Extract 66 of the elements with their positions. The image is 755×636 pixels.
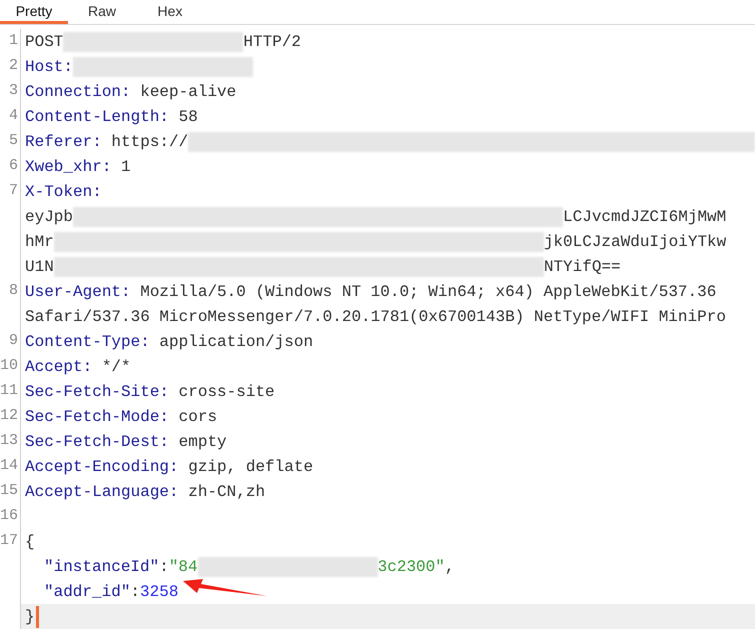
line-number: 9 bbox=[8, 331, 18, 352]
string-value: "84 bbox=[168, 556, 198, 578]
line-number: 12 bbox=[0, 406, 18, 426]
header-name: Content-Type: bbox=[25, 332, 150, 352]
code-text: 58 bbox=[178, 106, 198, 128]
line-number: 3 bbox=[8, 81, 18, 102]
code-text: : bbox=[130, 582, 140, 602]
line-number: 10 bbox=[0, 356, 18, 376]
header-name: User-Agent: bbox=[25, 282, 131, 302]
header-name: Content-Length: bbox=[25, 106, 170, 128]
code-text: , bbox=[444, 556, 454, 578]
code-text: U1N bbox=[25, 256, 54, 278]
header-name: Sec-Fetch-Site: bbox=[25, 382, 170, 402]
text-cursor bbox=[36, 606, 39, 628]
line-number: 13 bbox=[0, 431, 18, 452]
header-name: Xweb_xhr: bbox=[25, 156, 112, 178]
code-text: keep-alive bbox=[139, 82, 236, 102]
line-number: 7 bbox=[8, 181, 18, 202]
number-value: 3258 bbox=[140, 582, 178, 602]
header-name: X-Token: bbox=[25, 182, 102, 202]
code-text: { bbox=[25, 532, 35, 552]
line-number: 11 bbox=[0, 381, 18, 402]
code-text: LCJvcmdJZCI6MjMwM bbox=[563, 206, 726, 228]
header-name: Sec-Fetch-Dest: bbox=[25, 432, 170, 452]
code-text: application/json bbox=[158, 332, 314, 352]
header-name: Referer: bbox=[25, 132, 102, 152]
line-number: 14 bbox=[0, 456, 18, 476]
line-number: 4 bbox=[8, 106, 18, 126]
code-text: eyJpb bbox=[25, 206, 74, 228]
code-text: */* bbox=[100, 356, 131, 378]
header-name: Host: bbox=[25, 56, 74, 78]
code-text: Safari/537.36 MicroMessenger/7.0.20.1781(0x6700143B) NetType/WIFI MiniPro bbox=[25, 306, 726, 328]
header-name: Accept-Encoding: bbox=[25, 456, 179, 478]
header-name: "instanceId" bbox=[44, 556, 160, 578]
line-number: 1 bbox=[8, 31, 18, 52]
code-text: empty bbox=[178, 432, 227, 452]
code-text: gzip, deflate bbox=[187, 456, 314, 478]
line-number: 16 bbox=[0, 506, 18, 526]
code-text: Mozilla/5.0 (Windows NT 10.0; Win64; x64) AppleWebKit/537.36 bbox=[139, 282, 716, 302]
line-number: 6 bbox=[8, 156, 18, 176]
code-text: HTTP/2 bbox=[243, 32, 302, 52]
code-text: 1 bbox=[120, 156, 131, 178]
header-name: Connection: bbox=[25, 82, 131, 102]
code-text: jk0LCJzaWduIjoiYTkw bbox=[544, 232, 726, 252]
line-number: 8 bbox=[8, 281, 18, 302]
string-value: 3c2300" bbox=[378, 556, 445, 578]
line-number: 2 bbox=[8, 56, 18, 76]
code-text: hMr bbox=[25, 232, 54, 252]
line-number: 15 bbox=[0, 481, 18, 502]
code-text: zh-CN,zh bbox=[187, 482, 266, 502]
header-name: "addr_id" bbox=[44, 582, 130, 602]
code-text: : bbox=[159, 556, 169, 578]
tab[interactable]: Raw bbox=[68, 0, 136, 24]
code-text: cors bbox=[178, 406, 218, 428]
code-text: POST bbox=[25, 32, 64, 52]
tab[interactable]: Pretty bbox=[0, 0, 68, 24]
header-name: Accept: bbox=[25, 356, 92, 378]
header-name: Accept-Language: bbox=[25, 482, 179, 502]
code-text: } bbox=[25, 606, 35, 628]
code-text: NTYifQ== bbox=[544, 256, 621, 278]
code-text: https:// bbox=[110, 132, 188, 152]
code-text: cross-site bbox=[178, 382, 275, 402]
header-name: Sec-Fetch-Mode: bbox=[25, 406, 170, 428]
tab[interactable]: Hex bbox=[136, 0, 204, 24]
line-number: 17 bbox=[0, 531, 18, 552]
line-number: 5 bbox=[8, 131, 18, 152]
